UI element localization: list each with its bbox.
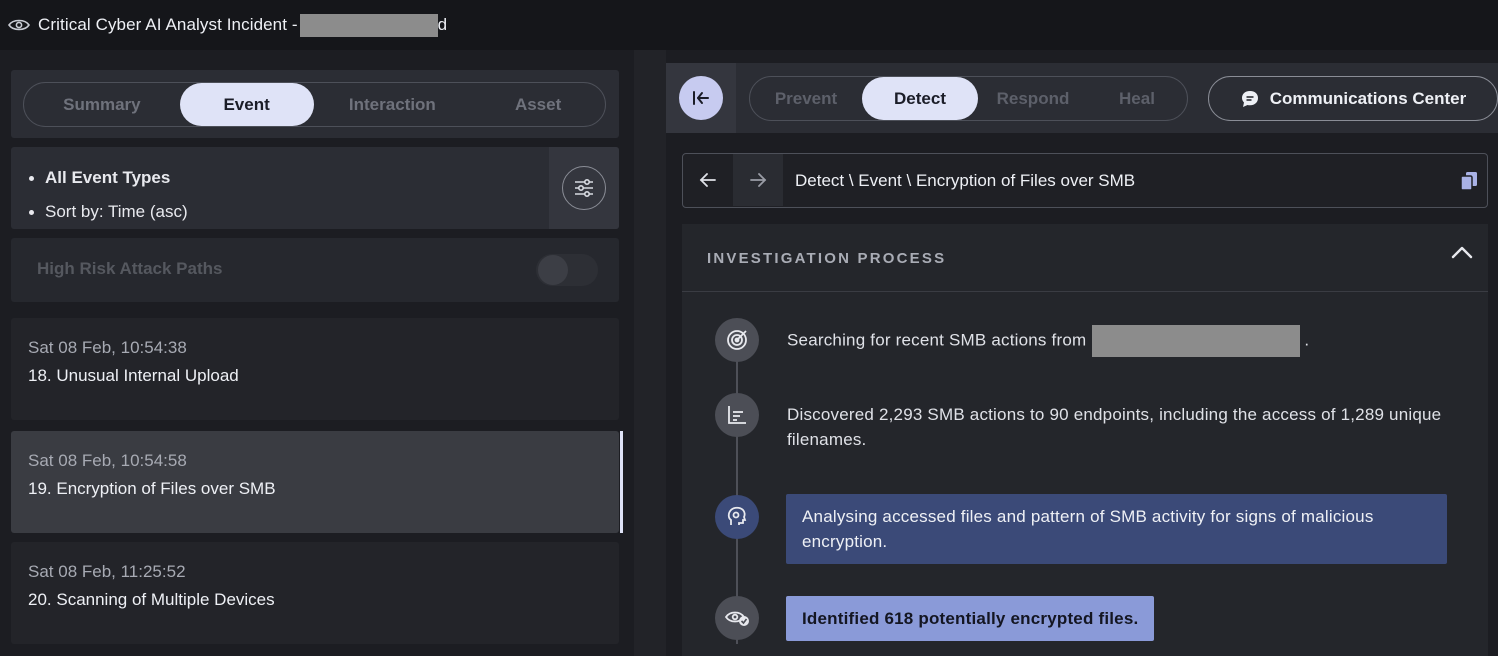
filter-summary: All Event Types Sort by: Time (asc) <box>29 161 188 229</box>
stage-tabs: Prevent Detect Respond Heal <box>749 76 1188 121</box>
event-item-19[interactable]: Sat 08 Feb, 10:54:58 19. Encryption of F… <box>11 431 623 533</box>
redacted-block <box>1092 325 1301 357</box>
target-icon <box>715 318 759 362</box>
investigation-process-card: INVESTIGATION PROCESS Searching for rece… <box>682 224 1488 656</box>
tab-summary[interactable]: Summary <box>24 83 180 126</box>
event-name: 19. Encryption of Files over SMB <box>28 479 276 498</box>
tab-interaction[interactable]: Interaction <box>314 83 472 126</box>
copy-icon[interactable] <box>1459 170 1479 197</box>
step-1-text: Searching for recent SMB actions from. <box>787 325 1309 357</box>
filter-button-wrap <box>549 147 619 229</box>
breadcrumb: Detect \ Event \ Encryption of Files ove… <box>682 153 1488 208</box>
selected-indicator <box>620 431 623 533</box>
window-title: Critical Cyber AI Analyst Incident - <box>38 15 298 34</box>
high-risk-toggle[interactable] <box>536 254 598 286</box>
right-panel: Prevent Detect Respond Heal Communicatio… <box>666 50 1498 656</box>
filter-settings-button[interactable] <box>562 166 606 210</box>
forward-button[interactable] <box>733 154 783 206</box>
window-title-suffix: d <box>437 15 448 34</box>
collapse-panel-button[interactable] <box>679 76 723 120</box>
investigation-heading: INVESTIGATION PROCESS <box>707 250 947 267</box>
event-name: 20. Scanning of Multiple Devices <box>28 590 275 609</box>
chat-bubble-icon <box>1241 90 1258 107</box>
event-name: 18. Unusual Internal Upload <box>28 366 239 385</box>
toggle-knob <box>538 255 568 285</box>
tab-asset[interactable]: Asset <box>471 83 605 126</box>
communications-center-button[interactable]: Communications Center <box>1208 76 1498 121</box>
view-tabs: Summary Event Interaction Asset <box>23 82 606 127</box>
arrow-right-icon <box>750 173 767 187</box>
filter-event-types: All Event Types <box>29 161 188 195</box>
bar-chart-icon <box>715 393 759 437</box>
stage-respond[interactable]: Respond <box>978 77 1088 120</box>
chevron-up-icon[interactable] <box>1450 244 1474 265</box>
brain-head-icon <box>715 495 759 539</box>
stage-prevent[interactable]: Prevent <box>750 77 862 120</box>
back-button[interactable] <box>683 154 733 206</box>
left-panel: Summary Event Interaction Asset All Even… <box>0 50 634 656</box>
collapse-box <box>666 63 736 133</box>
stage-heal[interactable]: Heal <box>1088 77 1186 120</box>
filter-card: All Event Types Sort by: Time (asc) <box>11 147 619 229</box>
investigation-header[interactable]: INVESTIGATION PROCESS <box>682 224 1488 292</box>
high-risk-label: High Risk Attack Paths <box>37 259 223 278</box>
eye-check-icon <box>715 596 759 640</box>
tab-event[interactable]: Event <box>179 83 314 126</box>
panel-divider[interactable] <box>634 50 666 656</box>
eye-icon <box>6 12 32 38</box>
sliders-icon <box>575 179 593 197</box>
communications-center-label: Communications Center <box>1269 88 1467 108</box>
event-time: Sat 08 Feb, 10:54:58 <box>28 451 187 470</box>
step-3-box: Analysing accessed files and pattern of … <box>786 494 1447 564</box>
stage-toolbar: Prevent Detect Respond Heal Communicatio… <box>666 63 1498 133</box>
high-risk-card: High Risk Attack Paths <box>11 238 619 302</box>
event-time: Sat 08 Feb, 11:25:52 <box>28 562 186 581</box>
view-tab-card: Summary Event Interaction Asset <box>11 70 619 138</box>
stage-detect[interactable]: Detect <box>862 77 978 120</box>
event-item-18[interactable]: Sat 08 Feb, 10:54:38 18. Unusual Interna… <box>11 318 619 420</box>
step-4-box: Identified 618 potentially encrypted fil… <box>786 596 1155 641</box>
event-time: Sat 08 Feb, 10:54:38 <box>28 338 187 357</box>
collapse-left-icon <box>693 91 709 105</box>
step-1-end: . <box>1304 330 1310 350</box>
step-2-text: Discovered 2,293 SMB actions to 90 endpo… <box>787 405 1442 449</box>
filter-sort: Sort by: Time (asc) <box>29 195 188 229</box>
title-bar: Critical Cyber AI Analyst Incident - d <box>0 0 1498 50</box>
breadcrumb-path: Detect \ Event \ Encryption of Files ove… <box>795 171 1136 190</box>
event-item-20[interactable]: Sat 08 Feb, 11:25:52 20. Scanning of Mul… <box>11 542 619 644</box>
arrow-left-icon <box>699 173 716 187</box>
step-1-label: Searching for recent SMB actions from <box>787 330 1087 350</box>
redacted-block <box>299 13 438 37</box>
